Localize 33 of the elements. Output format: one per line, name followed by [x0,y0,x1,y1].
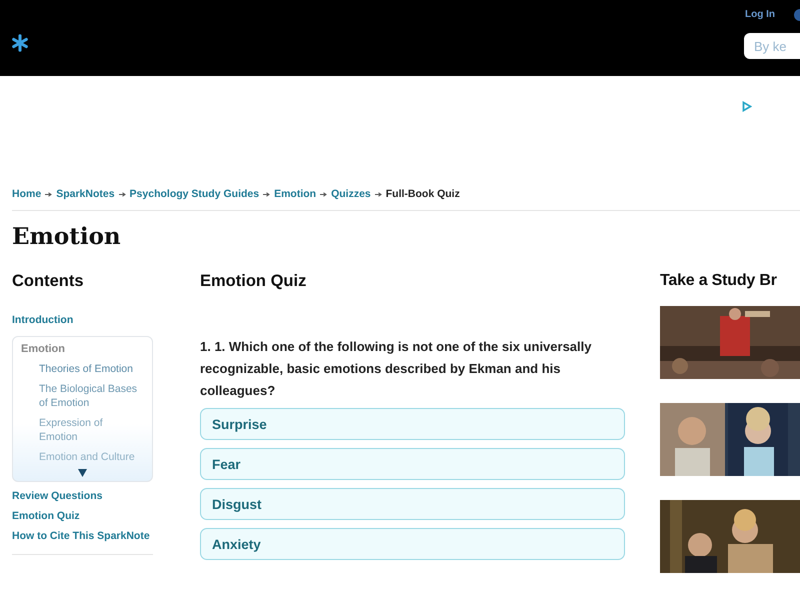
contents-section[interactable]: Emotion [21,343,144,355]
arrow-icon [118,192,126,196]
answer-option[interactable]: Disgust [200,488,625,520]
ad-choices-icon[interactable] [742,101,752,112]
arrow-icon [263,192,270,196]
answer-option[interactable]: Anxiety [200,528,625,560]
asterisk-icon[interactable] [11,34,29,52]
quiz-heading: Emotion Quiz [200,272,308,291]
breadcrumb-current: Full-Book Quiz [386,188,460,200]
breadcrumb-link[interactable]: Psychology Study Guides [130,188,260,200]
breadcrumb-link[interactable]: Quizzes [331,188,371,200]
contents-subitem[interactable]: Expression of Emotion [39,416,144,444]
arrow-icon [320,192,328,196]
contents-link[interactable]: Review Questions [12,490,153,502]
contents-link[interactable]: Emotion Quiz [12,510,153,522]
breadcrumb-link[interactable]: Emotion [274,188,316,200]
contents-subitem[interactable]: Theories of Emotion [39,362,144,376]
study-break-heading: Take a Study Br [660,272,778,290]
search-field[interactable]: By ke [744,33,800,59]
login-link[interactable]: Log In [745,9,775,20]
scroll-down-icon[interactable] [78,469,87,477]
contents-link[interactable]: Introduction [12,314,153,326]
contents-subitem[interactable]: The Biological Bases of Emotion [39,382,144,410]
breadcrumb-link[interactable]: SparkNotes [56,188,115,200]
arrow-icon [45,192,52,196]
contents-heading: Contents [12,272,84,291]
answer-option[interactable]: Fear [200,448,625,480]
contents-link[interactable]: How to Cite This SparkNote [12,530,153,542]
page-title: Emotion [12,223,122,250]
question-text: 1. 1. Which one of the following is not one of the six universally recognizable, basic emotions described by Ekman and his colleagues? [200,338,592,400]
breadcrumb-link[interactable]: Home [12,188,42,200]
arrow-icon [374,192,382,196]
answer-option[interactable]: Surprise [200,408,625,440]
